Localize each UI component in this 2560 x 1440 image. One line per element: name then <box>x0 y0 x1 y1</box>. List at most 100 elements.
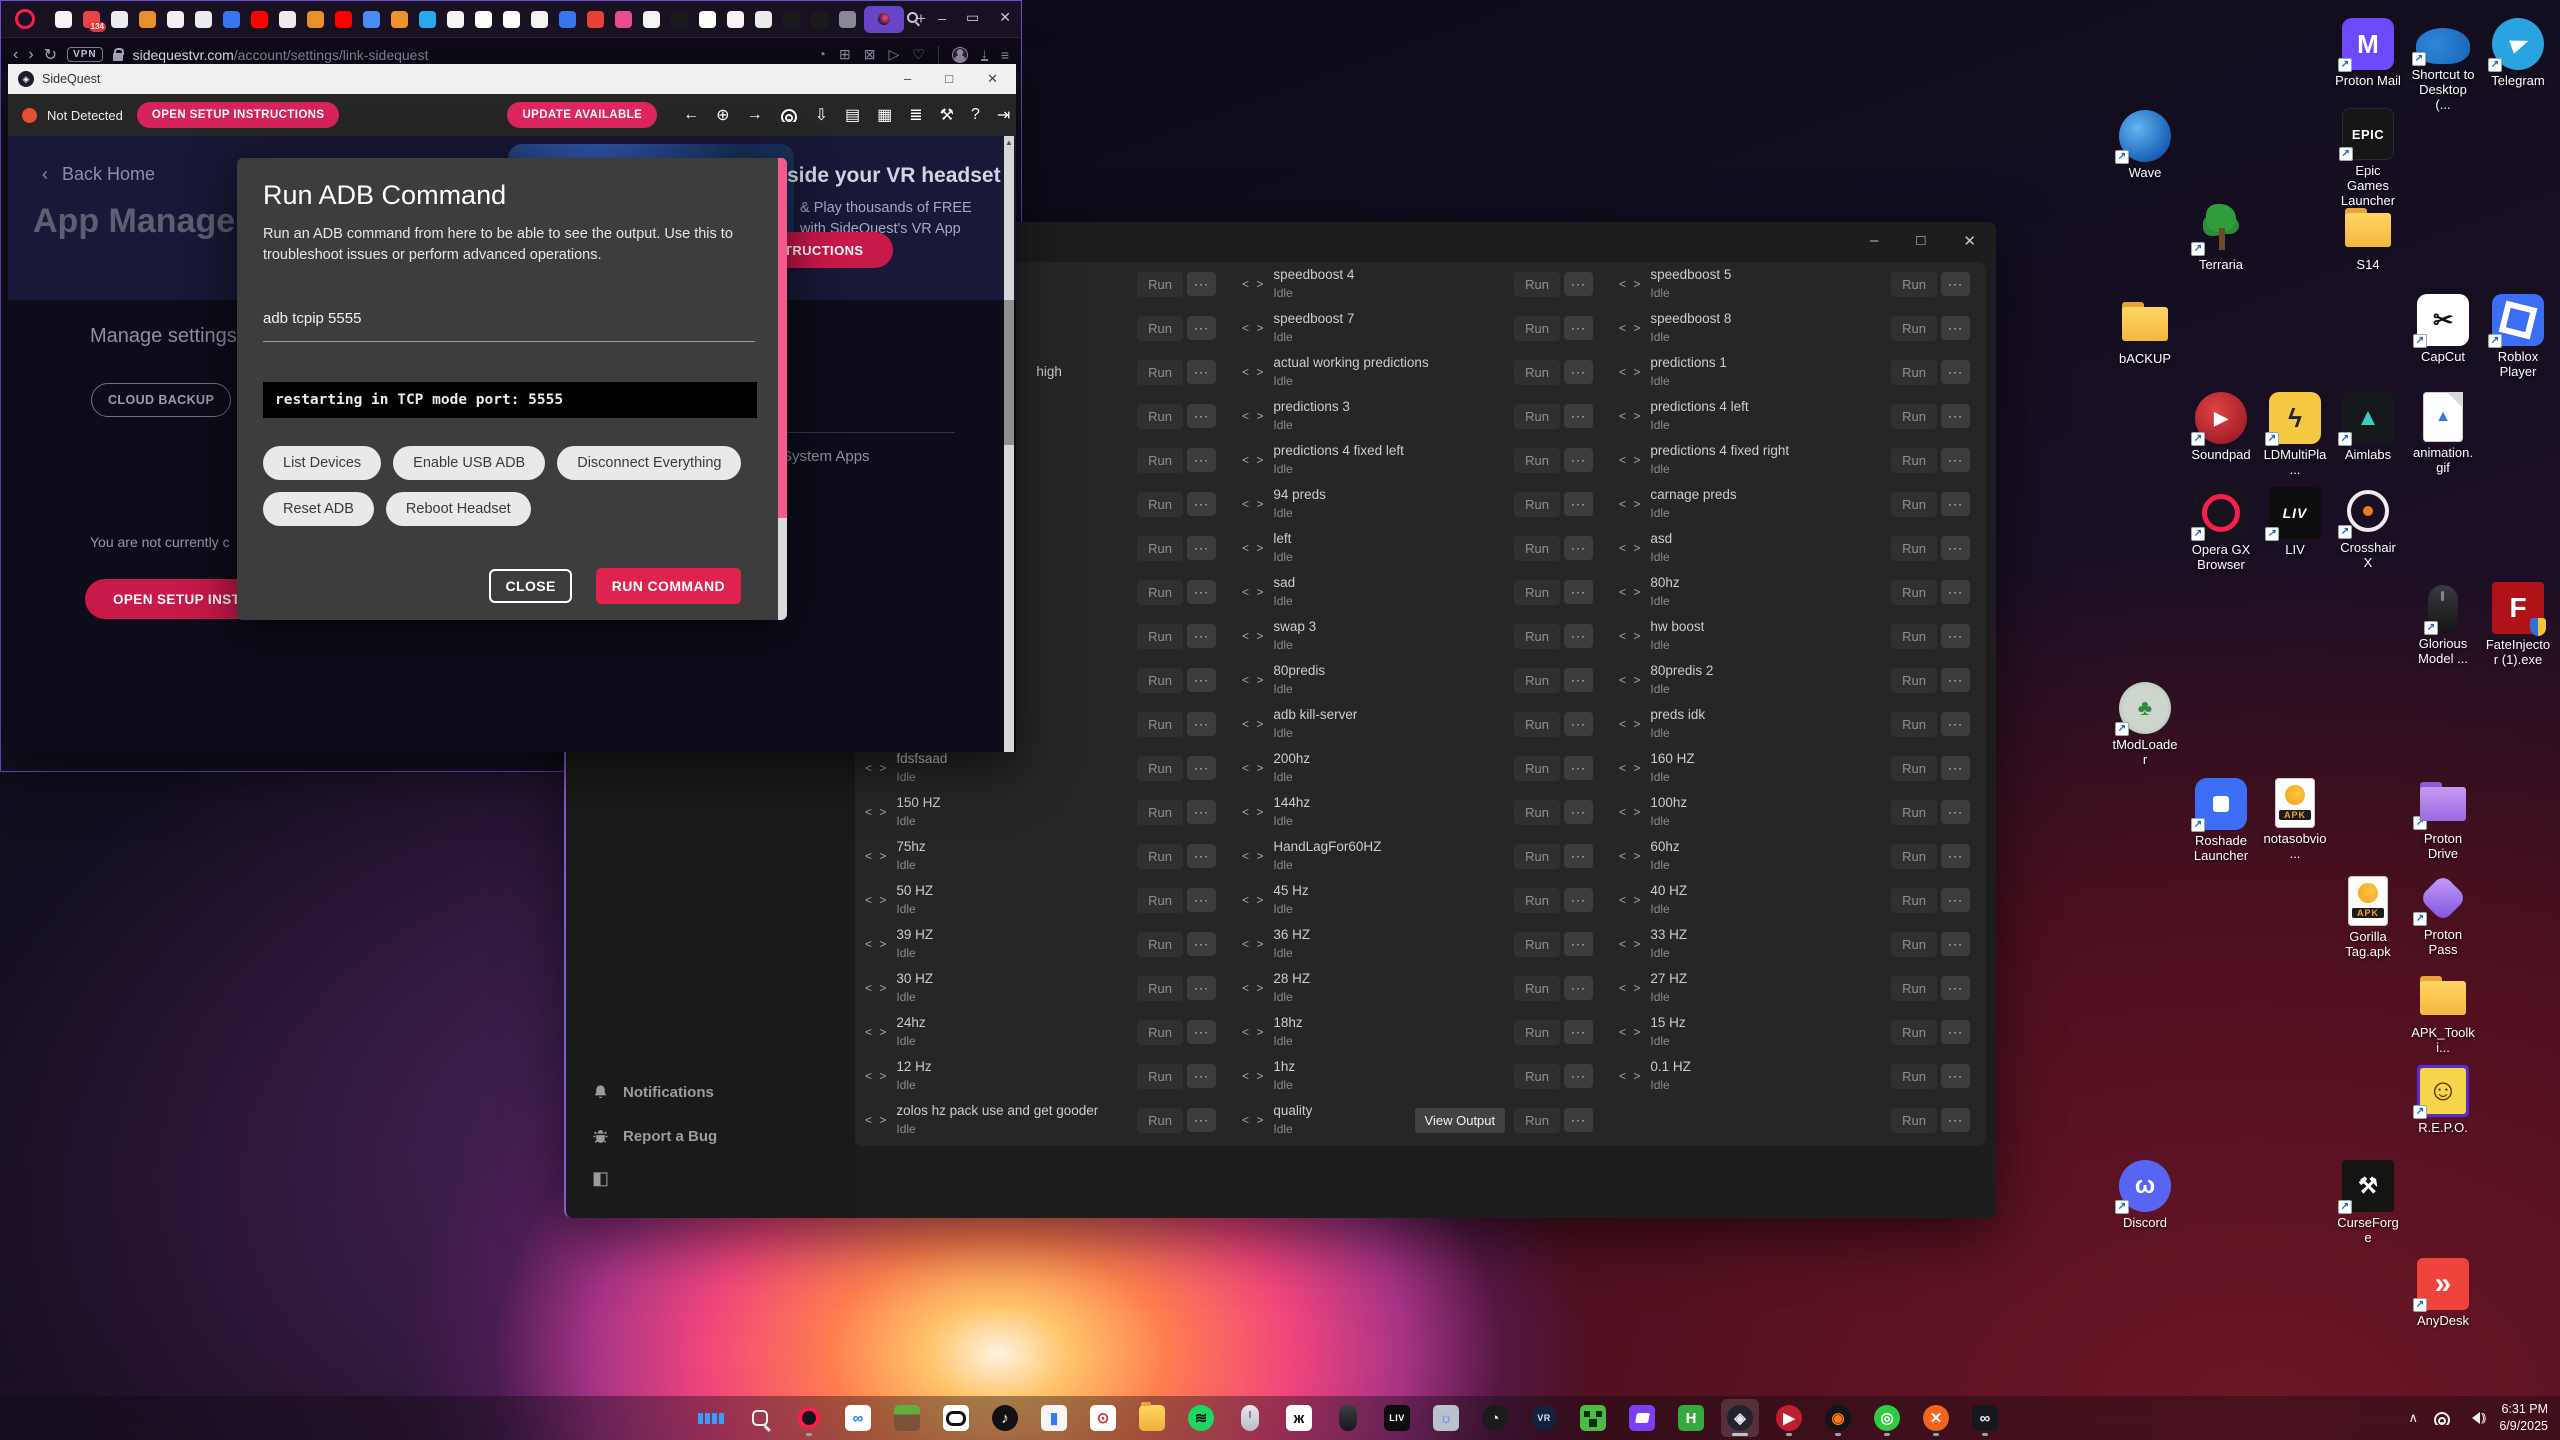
tab-favicon[interactable] <box>475 11 492 28</box>
more-button[interactable]: ··· <box>1564 360 1593 384</box>
taskbar-icon-orange-close-app[interactable]: ✕ <box>1917 1399 1955 1437</box>
run-button[interactable]: Run <box>1891 756 1937 781</box>
run-button[interactable]: Run <box>1137 712 1183 737</box>
more-button[interactable]: ··· <box>1941 448 1970 472</box>
run-button[interactable]: Run <box>1514 756 1560 781</box>
quick-button-reboot-headset[interactable]: Reboot Headset <box>386 492 531 526</box>
back-icon[interactable]: ← <box>683 106 699 124</box>
desktop-icon-roblox-player[interactable]: ↗ Roblox Player <box>2485 294 2551 380</box>
desktop-icon-r-e-p-o[interactable]: ↗ R.E.P.O. <box>2410 1065 2476 1136</box>
more-button[interactable]: ··· <box>1187 272 1216 296</box>
more-button[interactable]: ··· <box>1941 1108 1970 1132</box>
run-button[interactable]: Run <box>1514 1020 1560 1045</box>
more-button[interactable]: ··· <box>1187 580 1216 604</box>
taskbar-icon-crosshair-x[interactable]: ◉ <box>1819 1399 1857 1437</box>
globe-icon[interactable]: ⊕ <box>716 105 729 125</box>
desktop-icon-shortcut-to-desktop[interactable]: ↗ Shortcut to Desktop (... <box>2410 18 2476 113</box>
desktop-icon-aimlabs[interactable]: ▲↗ Aimlabs <box>2335 392 2401 463</box>
tab-favicon[interactable] <box>447 11 464 28</box>
more-button[interactable]: ··· <box>1187 668 1216 692</box>
quick-button-enable-usb-adb[interactable]: Enable USB ADB <box>393 446 545 480</box>
desktop-icon-soundpad[interactable]: ▶↗ Soundpad <box>2188 392 2254 463</box>
tools-icon[interactable]: ⚒ <box>940 105 954 125</box>
more-button[interactable]: ··· <box>1564 580 1593 604</box>
more-button[interactable]: ··· <box>1941 404 1970 428</box>
browser-menu-icon[interactable]: ≡ <box>1001 47 1009 63</box>
run-button[interactable]: Run <box>1514 272 1560 297</box>
run-button[interactable]: Run <box>1514 976 1560 1001</box>
help-icon[interactable]: ? <box>971 106 980 124</box>
more-button[interactable]: ··· <box>1187 888 1216 912</box>
run-button[interactable]: Run <box>1891 624 1937 649</box>
more-button[interactable]: ··· <box>1941 668 1970 692</box>
desktop-icon-capcut[interactable]: ✂↗ CapCut <box>2410 294 2476 365</box>
sidebar-item-report-a-bug[interactable]: Report a Bug <box>592 1128 717 1145</box>
more-button[interactable]: ··· <box>1941 492 1970 516</box>
grid-apps-icon[interactable]: ▦ <box>877 105 892 125</box>
run-button[interactable]: Run <box>1514 712 1560 737</box>
tab-favicon[interactable] <box>783 11 800 28</box>
run-button[interactable]: Run <box>1137 976 1183 1001</box>
run-button[interactable]: Run <box>1137 800 1183 825</box>
more-button[interactable]: ··· <box>1564 976 1593 1000</box>
run-button[interactable]: Run <box>1137 580 1183 605</box>
commands-minimize-button[interactable]: – <box>1870 232 1878 250</box>
desktop-icon-epic-games-launcher[interactable]: EPIC↗ Epic Games Launcher <box>2335 108 2401 209</box>
more-button[interactable]: ··· <box>1187 404 1216 428</box>
more-button[interactable]: ··· <box>1941 1020 1970 1044</box>
browser-reload-button[interactable]: ↻ <box>44 45 57 65</box>
more-button[interactable]: ··· <box>1941 536 1970 560</box>
desktop-icon-opera-gx-browser[interactable]: ↗ Opera GX Browser <box>2188 487 2254 573</box>
run-button[interactable]: Run <box>1514 1064 1560 1089</box>
more-button[interactable]: ··· <box>1187 492 1216 516</box>
taskbar-icon-file-explorer[interactable] <box>1133 1399 1171 1437</box>
tab-favicon[interactable] <box>671 11 688 28</box>
run-button[interactable]: Run <box>1514 536 1560 561</box>
run-button[interactable]: Run <box>1514 844 1560 869</box>
run-button[interactable]: Run <box>1891 404 1937 429</box>
cloud-backup-button[interactable]: CLOUD BACKUP <box>91 383 231 417</box>
wifi-icon[interactable] <box>2433 1412 2451 1425</box>
more-button[interactable]: ··· <box>1564 888 1593 912</box>
more-button[interactable]: ··· <box>1941 580 1970 604</box>
more-button[interactable]: ··· <box>1187 844 1216 868</box>
more-button[interactable]: ··· <box>1564 272 1593 296</box>
more-button[interactable]: ··· <box>1941 272 1970 296</box>
tab-favicon[interactable] <box>55 11 72 28</box>
taskbar-icon-trend-micro[interactable]: ⊙ <box>1084 1399 1122 1437</box>
tab-favicon[interactable] <box>419 11 436 28</box>
run-button[interactable]: Run <box>1891 272 1937 297</box>
device-install-icon[interactable]: ⇩ <box>815 105 828 125</box>
close-button[interactable]: CLOSE <box>489 569 571 603</box>
tray-chevron-icon[interactable]: ∧ <box>2408 1410 2418 1426</box>
more-button[interactable]: ··· <box>1187 1020 1216 1044</box>
more-button[interactable]: ··· <box>1187 1064 1216 1088</box>
tab-favicon[interactable] <box>559 11 576 28</box>
more-button[interactable]: ··· <box>1564 800 1593 824</box>
more-button[interactable]: ··· <box>1564 1108 1593 1132</box>
taskbar-icon-mouse-utility[interactable] <box>1231 1399 1269 1437</box>
run-button[interactable]: Run <box>1891 536 1937 561</box>
run-button[interactable]: Run <box>1137 492 1183 517</box>
taskbar-icon-obs-studio[interactable]: ◔ <box>1476 1399 1514 1437</box>
tab-favicon[interactable] <box>279 11 296 28</box>
tab-favicon[interactable] <box>643 11 660 28</box>
run-button[interactable]: Run <box>1891 316 1937 341</box>
tab-favicon[interactable] <box>195 11 212 28</box>
run-button[interactable]: Run <box>1891 360 1937 385</box>
more-button[interactable]: ··· <box>1187 712 1216 736</box>
scroll-up-icon[interactable]: ▲ <box>1005 138 1013 147</box>
more-button[interactable]: ··· <box>1187 800 1216 824</box>
tab-favicon[interactable]: 134 <box>83 11 100 28</box>
run-button[interactable]: Run <box>1137 888 1183 913</box>
sidebar-item-notifications[interactable]: Notifications <box>592 1084 714 1101</box>
commands-close-button[interactable]: ✕ <box>1963 232 1976 250</box>
adb-command-input[interactable]: adb tcpip 5555 <box>263 310 755 342</box>
taskbar-icon-start-button[interactable] <box>692 1399 730 1437</box>
run-button[interactable]: Run <box>1137 536 1183 561</box>
desktop-icon-crosshair-x[interactable]: ↗ Crosshair X <box>2335 485 2401 571</box>
taskbar-icon-settings-gear[interactable]: ☼ <box>1427 1399 1465 1437</box>
tab-favicon[interactable] <box>811 11 828 28</box>
sidequest-minimize-button[interactable]: – <box>904 71 911 87</box>
tab-favicon[interactable] <box>531 11 548 28</box>
